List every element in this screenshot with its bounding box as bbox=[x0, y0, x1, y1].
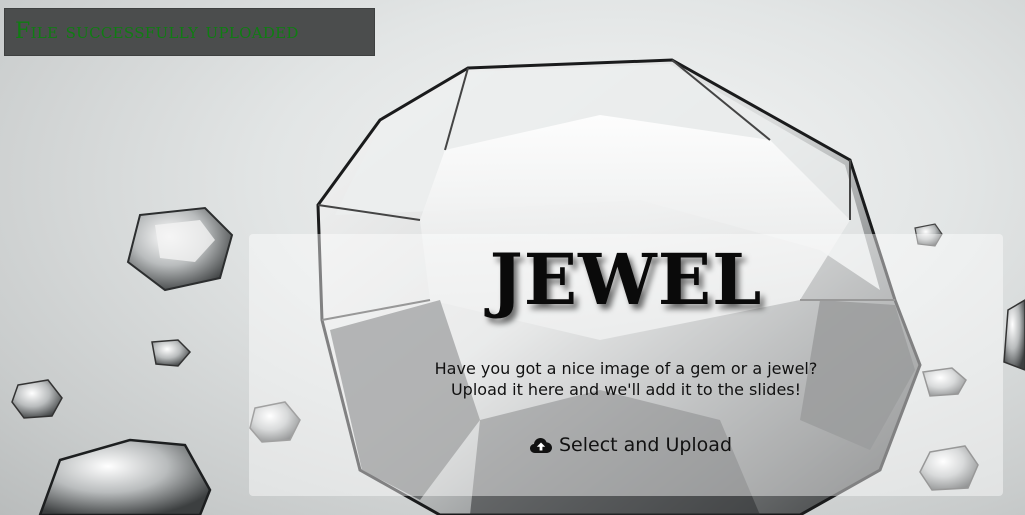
small-gem-graphic bbox=[1003, 299, 1025, 371]
small-gem-graphic bbox=[126, 206, 234, 292]
page-title: JEWEL bbox=[489, 238, 763, 321]
description-line-1: Have you got a nice image of a gem or a … bbox=[434, 359, 818, 378]
upload-button-label: Select and Upload bbox=[559, 434, 733, 456]
description-line-2: Upload it here and we'll add it to the s… bbox=[450, 380, 802, 399]
small-gem-graphic bbox=[151, 339, 192, 367]
toast-message: File successfully uploaded bbox=[15, 19, 299, 44]
small-gem-graphic bbox=[38, 438, 212, 515]
upload-card: JEWEL Have you got a nice image of a gem… bbox=[249, 234, 1003, 496]
upload-success-toast: File successfully uploaded bbox=[4, 8, 375, 56]
select-and-upload-button[interactable]: Select and Upload bbox=[529, 430, 732, 460]
upload-description: Have you got a nice image of a gem or a … bbox=[249, 358, 1003, 400]
cloud-upload-icon bbox=[529, 435, 553, 455]
small-gem-graphic bbox=[11, 379, 63, 419]
